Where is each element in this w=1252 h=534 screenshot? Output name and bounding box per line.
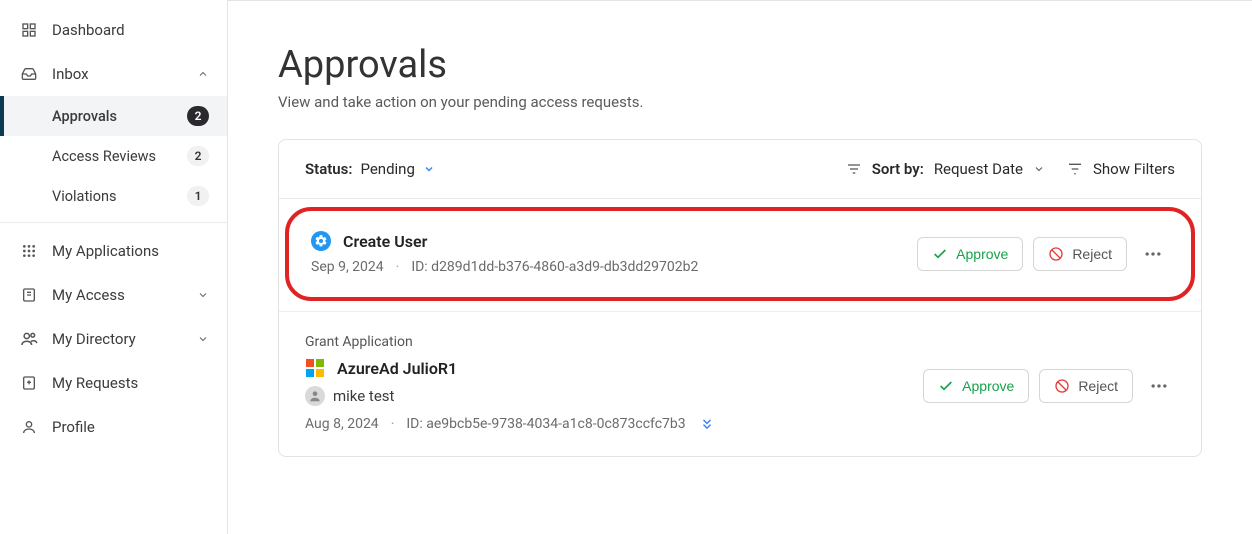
profile-icon [20,418,38,436]
directory-icon [20,330,38,348]
chevron-down-icon [197,289,209,301]
more-actions-button[interactable] [1137,238,1169,270]
request-row-highlighted: Create User Sep 9, 2024 ID: d289d1dd-b37… [285,207,1195,301]
inbox-icon [20,65,38,83]
sidebar-item-label: Profile [52,418,209,436]
sort-value: Request Date [934,160,1023,178]
sort-icon [846,161,862,177]
sidebar-item-label: My Access [52,286,183,304]
chevron-up-icon [197,68,209,80]
request-id: ID: d289d1dd-b376-4860-a3d9-db3dd29702b2 [411,259,698,275]
sidebar-item-label: Inbox [52,65,183,83]
access-icon [20,286,38,304]
microsoft-icon [305,358,325,378]
approve-button[interactable]: Approve [923,369,1029,403]
approve-label: Approve [956,246,1008,262]
sidebar-item-inbox[interactable]: Inbox [0,52,227,96]
request-row: Grant Application AzureAd JulioR1 mike t… [279,311,1201,456]
sidebar-item-label: Access Reviews [52,148,173,165]
requests-icon [20,374,38,392]
approve-label: Approve [962,378,1014,394]
sidebar-item-profile[interactable]: Profile [0,405,227,449]
sidebar-item-label: Approvals [52,108,173,125]
request-title: AzureAd JulioR1 [337,359,457,378]
status-label: Status: [305,160,352,178]
approvals-card: Status: Pending Sort by: Request Date [278,139,1202,457]
sidebar-item-access-reviews[interactable]: Access Reviews 2 [0,136,227,176]
reject-button[interactable]: Reject [1033,237,1127,271]
status-value: Pending [360,160,414,178]
chevron-down-icon [423,163,435,175]
block-icon [1048,246,1064,262]
avatar [305,386,325,406]
sidebar-item-my-requests[interactable]: My Requests [0,361,227,405]
sort-label: Sort by: [872,160,924,178]
filter-icon [1067,161,1083,177]
divider [279,198,1201,199]
dashboard-icon [20,21,38,39]
sidebar-item-label: My Directory [52,330,183,348]
block-icon [1054,378,1070,394]
chevron-down-icon [197,333,209,345]
sidebar-item-label: My Applications [52,242,209,260]
request-category: Grant Application [305,334,903,350]
request-date: Sep 9, 2024 [311,259,384,275]
request-user: mike test [333,387,394,405]
sidebar-item-my-directory[interactable]: My Directory [0,317,227,361]
sidebar-item-my-access[interactable]: My Access [0,273,227,317]
approve-button[interactable]: Approve [917,237,1023,271]
chevron-down-icon [1033,163,1045,175]
badge-count: 2 [187,106,209,126]
reject-button[interactable]: Reject [1039,369,1133,403]
page-title: Approvals [278,43,1202,87]
sidebar-item-violations[interactable]: Violations 1 [0,176,227,216]
gear-circle-icon [311,231,331,251]
check-icon [932,246,948,262]
sidebar-item-label: My Requests [52,374,209,392]
badge-count: 2 [187,146,209,166]
toolbar: Status: Pending Sort by: Request Date [279,140,1201,198]
apps-icon [20,242,38,260]
badge-count: 1 [187,186,209,206]
reject-label: Reject [1078,378,1118,394]
reject-label: Reject [1072,246,1112,262]
sidebar-item-dashboard[interactable]: Dashboard [0,8,227,52]
expand-icon[interactable] [700,417,714,431]
main-content: Approvals View and take action on your p… [228,0,1252,534]
request-title: Create User [343,232,427,251]
show-filters-label: Show Filters [1093,160,1175,178]
check-icon [938,378,954,394]
show-filters-button[interactable]: Show Filters [1067,160,1175,178]
more-actions-button[interactable] [1143,370,1175,402]
request-id: ID: ae9bcb5e-9738-4034-a1c8-0c873ccfc7b3 [406,416,685,432]
divider [0,222,227,223]
status-filter[interactable]: Status: Pending [305,160,435,178]
sidebar-item-label: Violations [52,188,173,205]
sidebar: Dashboard Inbox Approvals 2 Access Revie… [0,0,228,534]
sidebar-item-approvals[interactable]: Approvals 2 [0,96,227,136]
request-date: Aug 8, 2024 [305,416,379,432]
page-subtitle: View and take action on your pending acc… [278,93,1202,111]
sidebar-item-label: Dashboard [52,21,209,39]
sidebar-item-my-applications[interactable]: My Applications [0,229,227,273]
sort-control[interactable]: Sort by: Request Date [846,160,1045,178]
